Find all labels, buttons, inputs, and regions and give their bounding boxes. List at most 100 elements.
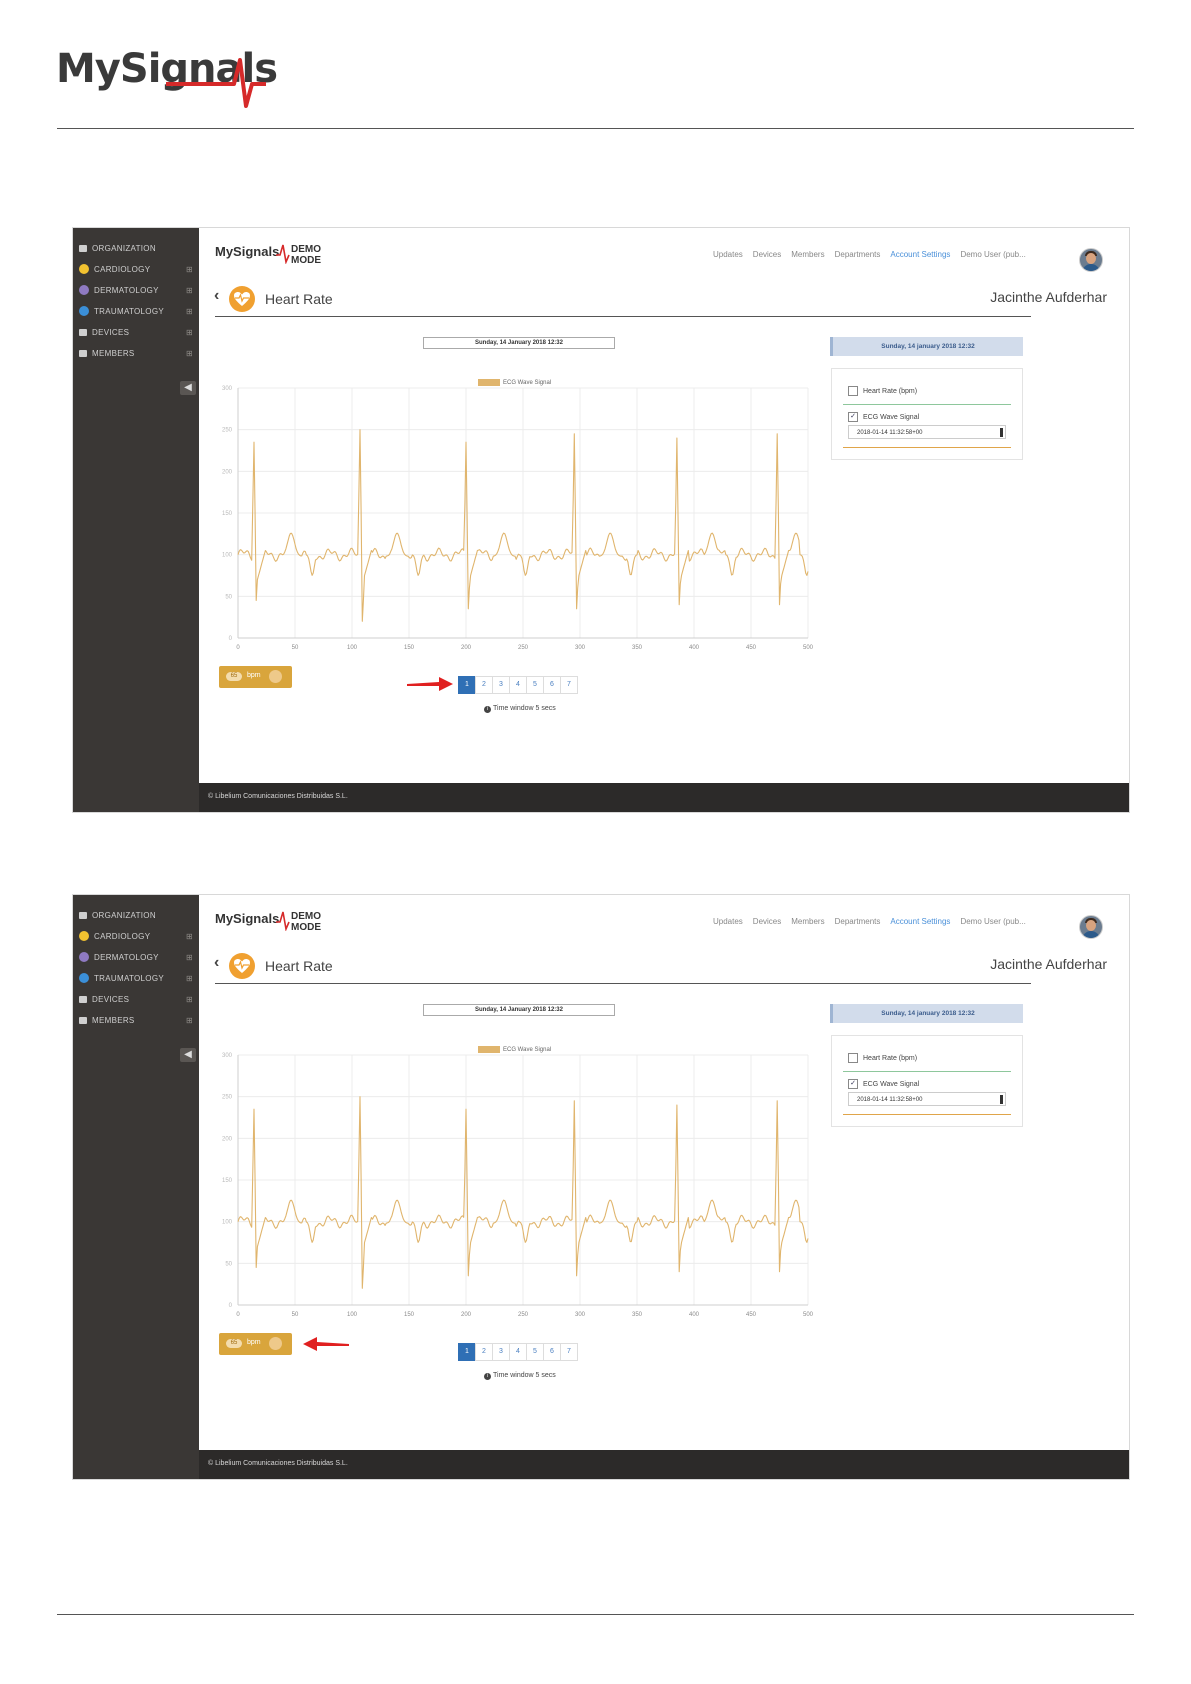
bpm-unit: bpm bbox=[247, 672, 261, 679]
page-3-button[interactable]: 3 bbox=[492, 676, 510, 694]
ecg-checkbox[interactable]: ✓ bbox=[848, 1079, 858, 1089]
page-1-button[interactable]: 1 bbox=[458, 676, 476, 694]
expand-icon[interactable]: ⊞ bbox=[186, 307, 193, 316]
page-5-button[interactable]: 5 bbox=[526, 1343, 544, 1361]
pagination: 1234567 bbox=[458, 676, 578, 694]
nav-link-members[interactable]: Members bbox=[791, 250, 824, 259]
timestamp-select[interactable]: 2018-01-14 11:32:58+00 bbox=[848, 1092, 1006, 1106]
bpm-unit: bpm bbox=[247, 1339, 261, 1346]
x-tick-label: 400 bbox=[689, 1312, 700, 1318]
nav-link-members[interactable]: Members bbox=[791, 917, 824, 926]
nav-link-departments[interactable]: Departments bbox=[835, 250, 881, 259]
y-tick-label: 100 bbox=[222, 1220, 233, 1226]
page-6-button[interactable]: 6 bbox=[543, 1343, 561, 1361]
expand-icon[interactable]: ⊞ bbox=[186, 328, 193, 337]
traumatology-icon bbox=[79, 306, 89, 316]
y-tick-label: 50 bbox=[225, 594, 232, 600]
page-4-button[interactable]: 4 bbox=[509, 1343, 527, 1361]
expand-icon[interactable]: ⊞ bbox=[186, 995, 193, 1004]
sidebar-item-label: TRAUMATOLOGY bbox=[94, 306, 164, 316]
x-tick-label: 100 bbox=[347, 645, 358, 651]
sidebar-item-dermatology[interactable]: DERMATOLOGY ⊞ bbox=[79, 947, 197, 967]
sidebar-item-devices[interactable]: DEVICES ⊞ bbox=[79, 989, 197, 1009]
nav-link-account-settings[interactable]: Account Settings bbox=[890, 917, 950, 926]
page-7-button[interactable]: 7 bbox=[560, 1343, 578, 1361]
heart-rate-small-icon bbox=[269, 1337, 282, 1350]
x-tick-label: 500 bbox=[803, 645, 814, 651]
avatar[interactable] bbox=[1079, 915, 1103, 939]
expand-icon[interactable]: ⊞ bbox=[186, 932, 193, 941]
expand-icon[interactable]: ⊞ bbox=[186, 265, 193, 274]
page-3-button[interactable]: 3 bbox=[492, 1343, 510, 1361]
heart-rate-option[interactable]: Heart Rate (bpm) bbox=[848, 1053, 917, 1063]
bpm-value: 65 bbox=[226, 672, 242, 681]
nav-link-account-settings[interactable]: Account Settings bbox=[890, 250, 950, 259]
header-rule bbox=[57, 128, 1134, 129]
sidebar-item-cardiology[interactable]: CARDIOLOGY ⊞ bbox=[79, 259, 197, 279]
page-5-button[interactable]: 5 bbox=[526, 676, 544, 694]
y-tick-label: 300 bbox=[222, 1053, 233, 1059]
sidebar-item-members[interactable]: MEMBERS ⊞ bbox=[79, 1010, 197, 1030]
nav-link-updates[interactable]: Updates bbox=[713, 250, 743, 259]
orange-divider bbox=[843, 447, 1011, 448]
bpm-badge[interactable]: 65 bpm bbox=[219, 666, 292, 688]
y-tick-label: 50 bbox=[225, 1261, 232, 1267]
page-7-button[interactable]: 7 bbox=[560, 676, 578, 694]
info-icon: i bbox=[484, 1373, 491, 1380]
signal-selector-panel: Heart Rate (bpm) ✓ ECG Wave Signal 2018-… bbox=[831, 1035, 1023, 1127]
nav-link-demo-user-pub[interactable]: Demo User (pub... bbox=[960, 250, 1025, 259]
back-chevron-icon[interactable]: ‹ bbox=[214, 287, 219, 305]
header-divider bbox=[215, 316, 1031, 317]
page-2-button[interactable]: 2 bbox=[475, 676, 493, 694]
heart-rate-checkbox[interactable] bbox=[848, 1053, 858, 1063]
sidebar-item-organization[interactable]: ORGANIZATION bbox=[79, 238, 197, 258]
page-2-button[interactable]: 2 bbox=[475, 1343, 493, 1361]
nav-link-demo-user-pub[interactable]: Demo User (pub... bbox=[960, 917, 1025, 926]
sidebar-item-traumatology[interactable]: TRAUMATOLOGY ⊞ bbox=[79, 968, 197, 988]
sidebar-item-label: MEMBERS bbox=[92, 1015, 135, 1025]
page-1-button[interactable]: 1 bbox=[458, 1343, 476, 1361]
patient-name: Jacinthe Aufderhar bbox=[990, 956, 1107, 972]
heart-rate-option[interactable]: Heart Rate (bpm) bbox=[848, 386, 917, 396]
nav-link-departments[interactable]: Departments bbox=[835, 917, 881, 926]
patient-name: Jacinthe Aufderhar bbox=[990, 289, 1107, 305]
sidebar-item-traumatology[interactable]: TRAUMATOLOGY ⊞ bbox=[79, 301, 197, 321]
avatar[interactable] bbox=[1079, 248, 1103, 272]
ecg-option[interactable]: ✓ ECG Wave Signal bbox=[848, 1079, 919, 1089]
dermatology-icon bbox=[79, 285, 89, 295]
ecg-option[interactable]: ✓ ECG Wave Signal bbox=[848, 412, 919, 422]
red-arrow-annotation-icon bbox=[303, 1337, 349, 1351]
timestamp-select[interactable]: 2018-01-14 11:32:58+00 bbox=[848, 425, 1006, 439]
x-tick-label: 200 bbox=[461, 1312, 472, 1318]
app-screenshot: ORGANIZATION CARDIOLOGY ⊞ DERMATOLOGY ⊞ TRAUM… bbox=[72, 894, 1130, 1480]
expand-icon[interactable]: ⊞ bbox=[186, 1016, 193, 1025]
sidebar-item-cardiology[interactable]: CARDIOLOGY ⊞ bbox=[79, 926, 197, 946]
ecg-checkbox[interactable]: ✓ bbox=[848, 412, 858, 422]
page-4-button[interactable]: 4 bbox=[509, 676, 527, 694]
pulse-icon bbox=[276, 244, 290, 264]
sidebar-item-devices[interactable]: DEVICES ⊞ bbox=[79, 322, 197, 342]
arrow-circle-left-icon[interactable]: ◀ bbox=[180, 381, 196, 395]
sidebar-item-label: ORGANIZATION bbox=[92, 243, 156, 253]
arrow-circle-left-icon[interactable]: ◀ bbox=[180, 1048, 196, 1062]
sidebar-item-dermatology[interactable]: DERMATOLOGY ⊞ bbox=[79, 280, 197, 300]
heart-rate-small-icon bbox=[269, 670, 282, 683]
sidebar-item-members[interactable]: MEMBERS ⊞ bbox=[79, 343, 197, 363]
expand-icon[interactable]: ⊞ bbox=[186, 974, 193, 983]
expand-icon[interactable]: ⊞ bbox=[186, 286, 193, 295]
y-tick-label: 250 bbox=[222, 428, 233, 434]
nav-link-updates[interactable]: Updates bbox=[713, 917, 743, 926]
sidebar-item-organization[interactable]: ORGANIZATION bbox=[79, 905, 197, 925]
page-6-button[interactable]: 6 bbox=[543, 676, 561, 694]
nav-link-devices[interactable]: Devices bbox=[753, 250, 781, 259]
nav-link-devices[interactable]: Devices bbox=[753, 917, 781, 926]
pulse-icon bbox=[276, 911, 290, 931]
heart-rate-checkbox[interactable] bbox=[848, 386, 858, 396]
y-tick-label: 150 bbox=[222, 1178, 233, 1184]
bpm-badge[interactable]: 65 bpm bbox=[219, 1333, 292, 1355]
back-chevron-icon[interactable]: ‹ bbox=[214, 954, 219, 972]
orange-divider bbox=[843, 1114, 1011, 1115]
expand-icon[interactable]: ⊞ bbox=[186, 349, 193, 358]
expand-icon[interactable]: ⊞ bbox=[186, 953, 193, 962]
top-nav: Updates Devices Members Departments Account … bbox=[713, 250, 1036, 259]
